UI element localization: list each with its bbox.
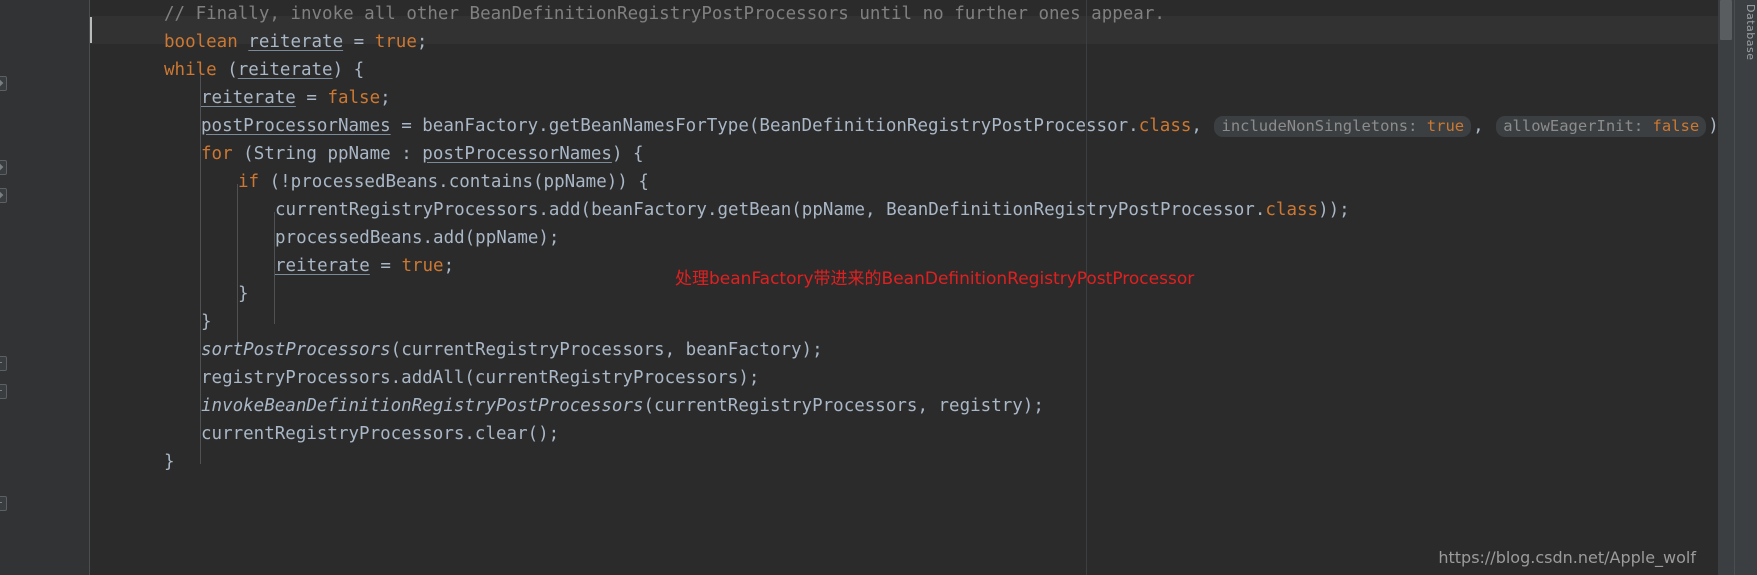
code-token: ) { — [332, 60, 365, 80]
parameter-hint: includeNonSingletons: true — [1214, 116, 1472, 137]
code-line[interactable]: postProcessorNames = beanFactory.getBean… — [90, 112, 1718, 140]
code-token: class — [1265, 200, 1319, 220]
code-token: ) { — [611, 144, 644, 164]
bookmark-icon[interactable] — [0, 356, 7, 371]
code-token: sortPostProcessors — [201, 340, 391, 360]
code-line[interactable]: while (reiterate) { — [90, 56, 1718, 84]
code-token: postProcessorNames — [422, 144, 612, 164]
code-token: (!processedBeans.contains(ppName)) { — [269, 172, 649, 192]
code-token: while — [164, 60, 228, 80]
code-token: registryProcessors.addAll(currentRegistr… — [201, 368, 760, 388]
gutter-line-numbers — [31, 0, 60, 575]
gutter-fold-column[interactable] — [60, 0, 89, 575]
code-token: if — [238, 172, 270, 192]
code-token: invokeBeanDefinitionRegistryPostProcesso… — [201, 396, 644, 416]
bookmark-icon[interactable] — [0, 384, 7, 399]
code-token: = — [343, 32, 375, 52]
code-fold-icon[interactable] — [0, 188, 7, 203]
code-token: true — [374, 32, 417, 52]
code-token: for — [201, 144, 244, 164]
tool-tab-database[interactable]: Database — [1735, 4, 1757, 61]
code-token: reiterate — [248, 32, 344, 52]
code-line[interactable]: boolean reiterate = true; — [90, 28, 1718, 56]
code-token: boolean — [164, 32, 249, 52]
code-token: class — [1138, 116, 1192, 136]
code-line[interactable]: currentRegistryProcessors.clear(); — [90, 420, 1718, 448]
code-token: = beanFactory.getBeanNamesForType(BeanDe… — [390, 116, 1139, 136]
right-tool-rail[interactable]: Database — [1734, 0, 1757, 575]
code-editor[interactable]: // Finally, invoke all other BeanDefinit… — [90, 0, 1718, 575]
code-fold-icon[interactable] — [0, 76, 7, 91]
code-token: ( — [227, 60, 238, 80]
code-token: ; — [380, 88, 391, 108]
red-annotation-overlay: 处理beanFactory带进来的BeanDefinitionRegistryP… — [675, 269, 1195, 289]
code-token: } — [238, 284, 249, 304]
code-token: reiterate — [237, 60, 333, 80]
code-token: ; — [443, 256, 455, 276]
code-text[interactable]: // Finally, invoke all other BeanDefinit… — [90, 0, 1718, 476]
code-token: , — [1191, 116, 1213, 136]
parameter-hint-value: false — [1652, 117, 1700, 135]
watermark-url: https://blog.csdn.net/Apple_wolf — [1438, 548, 1696, 567]
bookmark-icon[interactable] — [0, 496, 7, 511]
code-line[interactable]: } — [90, 308, 1718, 336]
code-line[interactable]: sortPostProcessors(currentRegistryProces… — [90, 336, 1718, 364]
code-token: ; — [416, 32, 428, 52]
code-token: reiterate — [201, 88, 296, 108]
code-line[interactable]: for (String ppName : postProcessorNames)… — [90, 140, 1718, 168]
code-token: (currentRegistryProcessors, registry); — [643, 396, 1044, 416]
code-token: (currentRegistryProcessors, beanFactory)… — [390, 340, 823, 360]
code-line[interactable]: registryProcessors.addAll(currentRegistr… — [90, 364, 1718, 392]
gutter-icon-column[interactable] — [0, 0, 31, 575]
parameter-hint-value: true — [1426, 117, 1465, 135]
code-token: // Finally, invoke all other BeanDefinit… — [164, 4, 1165, 24]
code-line[interactable]: invokeBeanDefinitionRegistryPostProcesso… — [90, 392, 1718, 420]
code-token: ); — [1708, 116, 1718, 136]
code-token: , — [1473, 116, 1495, 136]
scrollbar-thumb[interactable] — [1720, 0, 1732, 40]
parameter-hint: allowEagerInit: false — [1496, 116, 1707, 137]
code-token: (String ppName : — [243, 144, 423, 164]
code-token: )); — [1318, 200, 1350, 220]
code-token: processedBeans.add(ppName); — [275, 228, 560, 248]
code-token: = — [295, 88, 328, 108]
code-line[interactable]: } — [90, 448, 1718, 476]
scrollbar-track[interactable] — [1718, 0, 1734, 575]
code-token: reiterate — [275, 256, 370, 276]
code-token: } — [164, 452, 175, 472]
code-line[interactable]: if (!processedBeans.contains(ppName)) { — [90, 168, 1718, 196]
code-token: postProcessorNames — [201, 116, 391, 136]
code-line[interactable]: reiterate = false; — [90, 84, 1718, 112]
code-fold-icon[interactable] — [0, 160, 7, 175]
code-line[interactable]: processedBeans.add(ppName); — [90, 224, 1718, 252]
code-token: currentRegistryProcessors.clear(); — [201, 424, 560, 444]
code-token: } — [201, 312, 212, 332]
code-token: true — [401, 256, 444, 276]
code-line[interactable]: // Finally, invoke all other BeanDefinit… — [90, 0, 1718, 28]
code-line[interactable]: currentRegistryProcessors.add(beanFactor… — [90, 196, 1718, 224]
ide-window: // Finally, invoke all other BeanDefinit… — [0, 0, 1757, 575]
code-token: false — [327, 88, 381, 108]
code-token: currentRegistryProcessors.add(beanFactor… — [275, 200, 1266, 220]
vertical-scrollbar[interactable] — [1718, 0, 1734, 575]
code-token: = — [369, 256, 402, 276]
